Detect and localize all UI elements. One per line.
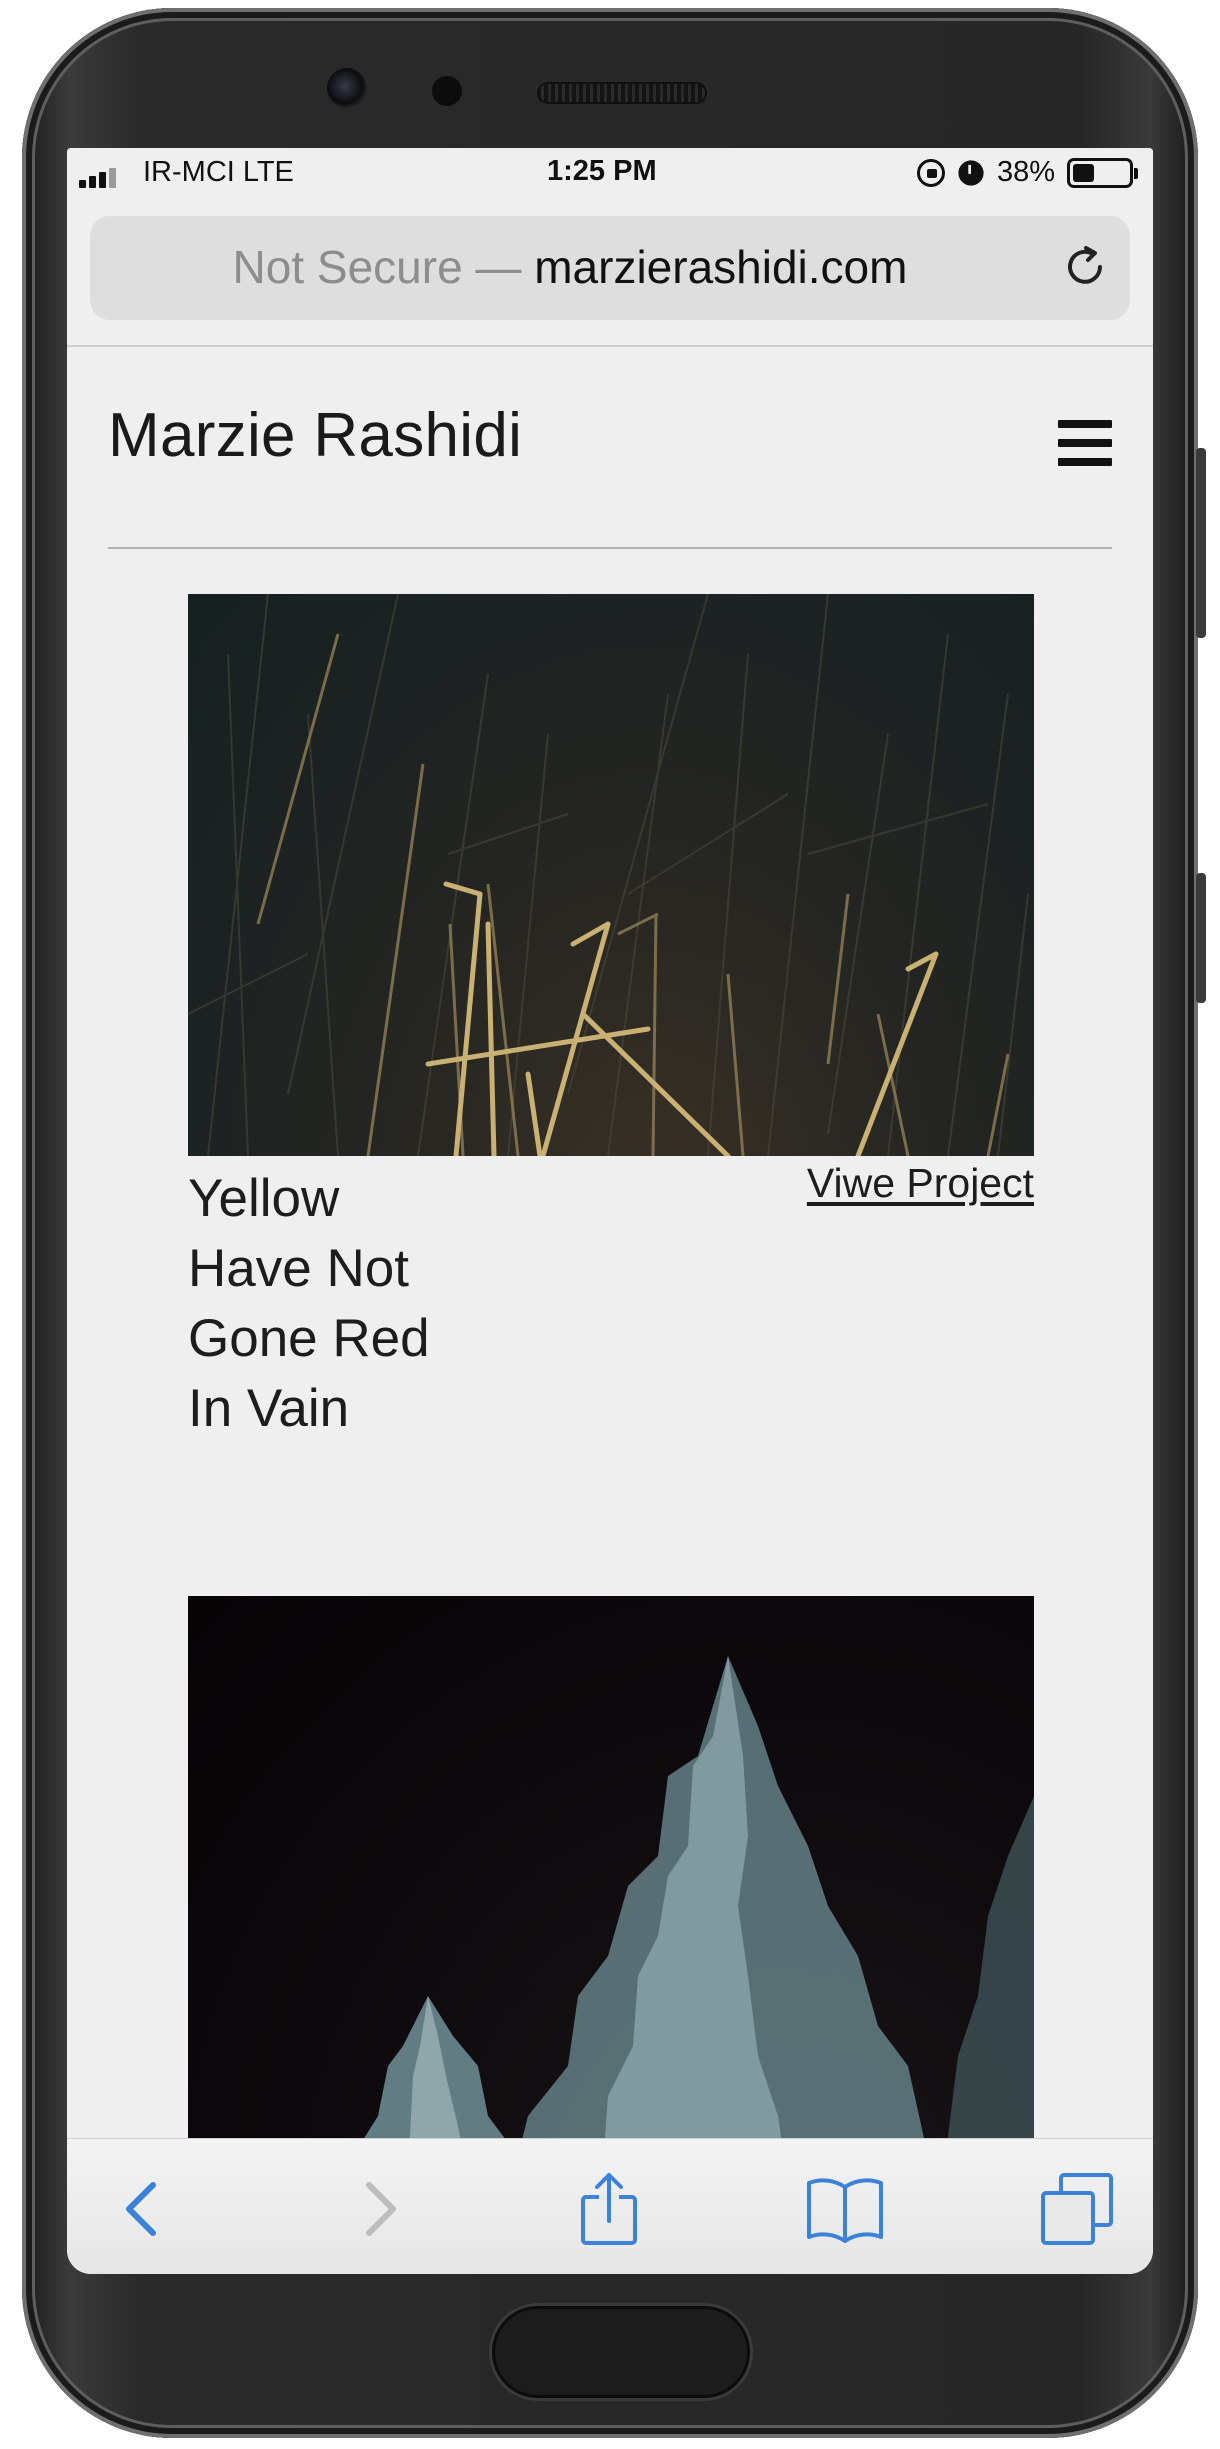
rotation-lock-icon [916,158,945,187]
security-label: Not Secure — [232,241,522,293]
share-icon[interactable] [569,2169,649,2249]
project-title: Yellow Have Not Gone Red In Vain [188,1164,430,1444]
project-image[interactable] [188,594,1034,1156]
hamburger-menu-icon[interactable] [1058,420,1112,466]
header-divider [108,547,1112,549]
browser-separator [67,345,1153,347]
view-project-link[interactable]: Viwe Project [792,1160,1034,1207]
project-title-line: Yellow [188,1169,340,1228]
home-button[interactable] [492,2306,750,2398]
url-domain: marzierashidi.com [534,241,908,293]
site-title[interactable]: Marzie Rashidi [108,400,1112,471]
back-icon[interactable] [103,2169,183,2249]
tabs-icon[interactable] [1037,2169,1117,2249]
screen: IR-MCI LTE 1:25 PM 38% Not Secure — marz… [67,148,1153,2274]
status-right-group: 38% [916,156,1138,189]
project-title-line: Have Not [188,1239,409,1298]
reeds-photo [188,594,1029,1156]
alarm-icon [958,159,984,186]
reload-icon[interactable] [1062,244,1108,290]
project-title-line: In Vain [188,1379,350,1438]
side-button [1196,873,1206,1003]
battery-icon [1067,157,1138,188]
battery-percent: 38% [996,156,1055,188]
address-bar[interactable]: Not Secure — marzierashidi.com [90,216,1130,320]
earpiece-speaker [537,82,707,104]
address-text: Not Secure — marzierashidi.com [90,240,1050,294]
site-header: Marzie Rashidi [108,400,1112,471]
front-camera-icon [327,68,367,108]
project-title-line: Gone Red [188,1309,430,1368]
status-bar: IR-MCI LTE 1:25 PM 38% [67,148,1153,200]
sensor-icon [432,76,462,106]
side-button [1196,448,1206,638]
browser-toolbar [67,2138,1153,2274]
status-time: 1:25 PM [547,155,657,187]
bookmarks-icon[interactable] [805,2169,885,2249]
signal-icon [79,166,116,188]
forward-icon[interactable] [339,2169,419,2249]
carrier-label: IR-MCI LTE [143,156,294,188]
